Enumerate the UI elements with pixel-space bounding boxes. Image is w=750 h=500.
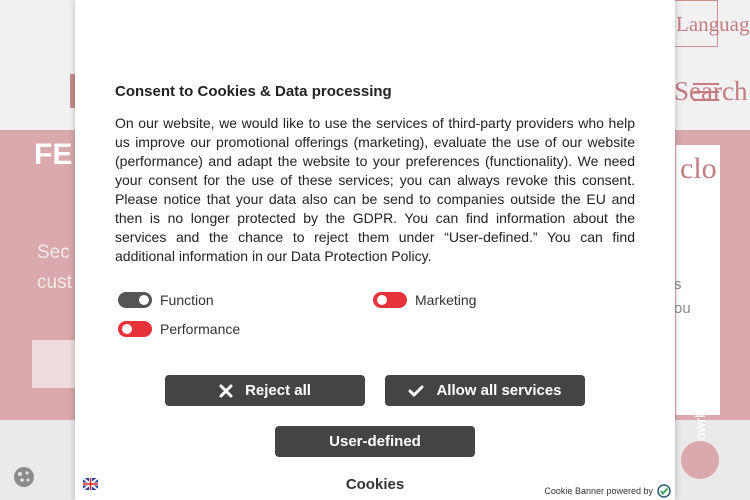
allow-all-label: Allow all services	[436, 382, 562, 399]
menu-icon[interactable]	[693, 83, 719, 101]
user-defined-label: User-defined	[329, 433, 421, 450]
check-icon	[408, 385, 424, 396]
powered-by[interactable]: Cookie Banner powered by	[544, 484, 671, 498]
reject-all-label: Reject all	[245, 382, 311, 399]
reject-all-button[interactable]: Reject all	[165, 375, 365, 406]
hero-title: FE	[34, 138, 73, 171]
shield-check-icon	[657, 484, 671, 498]
side-text-2: ou	[674, 300, 691, 317]
function-toggle[interactable]	[118, 292, 152, 308]
allow-all-button[interactable]: Allow all services	[385, 375, 585, 406]
marketing-label: Marketing	[415, 292, 477, 308]
powered-by-label: Cookie Banner powered by	[544, 486, 653, 496]
user-defined-button[interactable]: User-defined	[275, 426, 475, 457]
language-label: Language	[676, 12, 750, 36]
cookie-consent-dialog: Consent to Cookies & Data processing On …	[75, 0, 675, 500]
marketing-toggle[interactable]	[373, 292, 407, 308]
side-heading: clo	[680, 152, 717, 185]
function-label: Function	[160, 292, 214, 308]
dialog-body: On our website, we would like to use the…	[115, 115, 635, 264]
side-text-1: s	[674, 276, 682, 293]
performance-toggle[interactable]	[118, 321, 152, 337]
performance-label: Performance	[160, 321, 241, 337]
close-icon	[219, 384, 233, 397]
dialog-title: Consent to Cookies & Data processing	[115, 83, 392, 100]
cookie-settings-icon[interactable]	[12, 465, 36, 489]
vertical-label: owrh	[692, 410, 708, 441]
scroll-top-button[interactable]	[681, 441, 719, 479]
